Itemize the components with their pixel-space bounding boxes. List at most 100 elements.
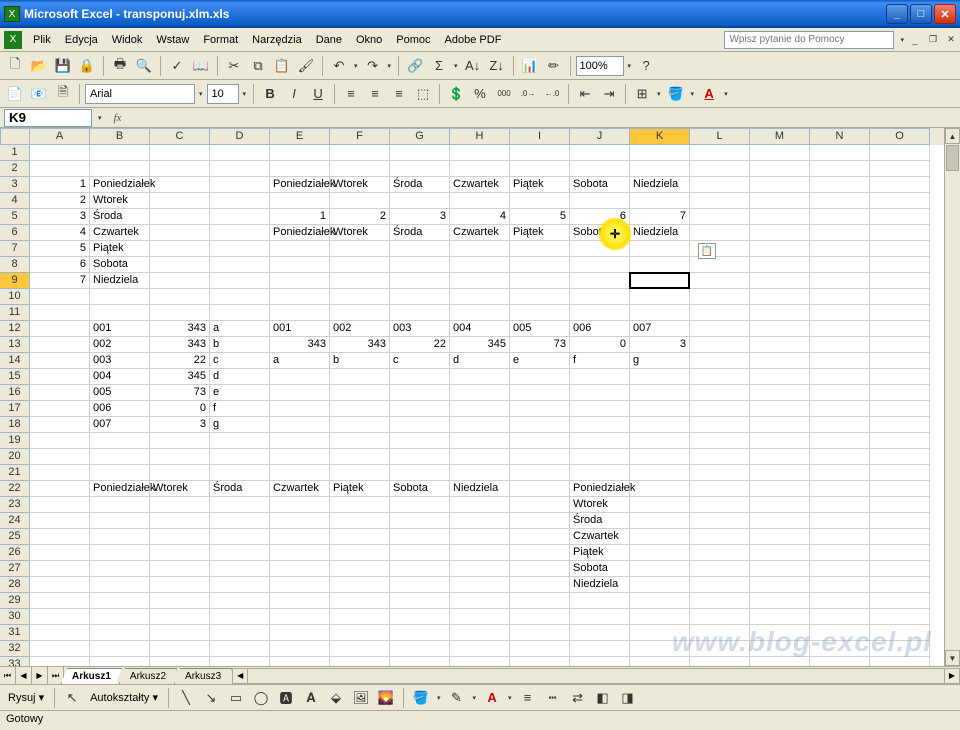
cell-L17[interactable] [690, 401, 750, 417]
cell-H6[interactable]: Czwartek [450, 225, 510, 241]
cell-K16[interactable] [630, 385, 690, 401]
cell-H3[interactable]: Czwartek [450, 177, 510, 193]
cell-K14[interactable]: g [630, 353, 690, 369]
col-header-B[interactable]: B [90, 128, 150, 145]
cell-H17[interactable] [450, 401, 510, 417]
cell-O25[interactable] [870, 529, 930, 545]
cell-K22[interactable] [630, 481, 690, 497]
cell-E4[interactable] [270, 193, 330, 209]
row-header-32[interactable]: 32 [0, 641, 30, 657]
undo-icon[interactable]: ↶ [328, 55, 350, 77]
row-header-2[interactable]: 2 [0, 161, 30, 177]
cell-N14[interactable] [810, 353, 870, 369]
cell-A25[interactable] [30, 529, 90, 545]
cell-C28[interactable] [150, 577, 210, 593]
cell-B19[interactable] [90, 433, 150, 449]
cell-O26[interactable] [870, 545, 930, 561]
cell-K3[interactable]: Niedziela [630, 177, 690, 193]
cell-K25[interactable] [630, 529, 690, 545]
cell-D20[interactable] [210, 449, 270, 465]
cell-F26[interactable] [330, 545, 390, 561]
cell-D14[interactable]: c [210, 353, 270, 369]
cell-K21[interactable] [630, 465, 690, 481]
cell-F27[interactable] [330, 561, 390, 577]
cell-N11[interactable] [810, 305, 870, 321]
cell-B10[interactable] [90, 289, 150, 305]
cell-K18[interactable] [630, 417, 690, 433]
cell-F5[interactable]: 2 [330, 209, 390, 225]
font-name-combo[interactable] [85, 84, 195, 104]
menu-edycja[interactable]: Edycja [58, 31, 105, 49]
cell-C1[interactable] [150, 145, 210, 161]
cell-E15[interactable] [270, 369, 330, 385]
cell-M18[interactable] [750, 417, 810, 433]
cell-I21[interactable] [510, 465, 570, 481]
cell-L19[interactable] [690, 433, 750, 449]
wordart-icon[interactable]: 𝐀 [300, 687, 322, 709]
cell-A31[interactable] [30, 625, 90, 641]
cell-G6[interactable]: Środa [390, 225, 450, 241]
row-header-1[interactable]: 1 [0, 145, 30, 161]
cell-O33[interactable] [870, 657, 930, 666]
cell-O9[interactable] [870, 273, 930, 289]
col-header-N[interactable]: N [810, 128, 870, 145]
cell-A21[interactable] [30, 465, 90, 481]
cell-N18[interactable] [810, 417, 870, 433]
cell-C11[interactable] [150, 305, 210, 321]
row-header-24[interactable]: 24 [0, 513, 30, 529]
cell-E2[interactable] [270, 161, 330, 177]
percent-icon[interactable]: % [469, 83, 491, 105]
sheet-tab-arkusz1[interactable]: Arkusz1 [61, 668, 122, 684]
row-header-28[interactable]: 28 [0, 577, 30, 593]
row-header-16[interactable]: 16 [0, 385, 30, 401]
line-color-icon[interactable]: ✎ [446, 687, 468, 709]
cell-C25[interactable] [150, 529, 210, 545]
menu-plik[interactable]: Plik [26, 31, 58, 49]
close-button[interactable]: ✕ [934, 4, 956, 24]
pdf-convert-icon[interactable]: 📄 [4, 83, 26, 105]
cell-I10[interactable] [510, 289, 570, 305]
row-header-4[interactable]: 4 [0, 193, 30, 209]
cell-C6[interactable] [150, 225, 210, 241]
menu-adobe pdf[interactable]: Adobe PDF [438, 31, 509, 49]
cell-M26[interactable] [750, 545, 810, 561]
cell-J1[interactable] [570, 145, 630, 161]
row-header-22[interactable]: 22 [0, 481, 30, 497]
cell-H15[interactable] [450, 369, 510, 385]
cell-O2[interactable] [870, 161, 930, 177]
cell-N22[interactable] [810, 481, 870, 497]
tab-first-icon[interactable]: ⏮ [0, 667, 16, 684]
cell-J12[interactable]: 006 [570, 321, 630, 337]
font-color-dropdown-icon[interactable]: ▾ [724, 90, 728, 98]
cell-F23[interactable] [330, 497, 390, 513]
cell-K7[interactable] [630, 241, 690, 257]
cell-I9[interactable] [510, 273, 570, 289]
cell-D30[interactable] [210, 609, 270, 625]
cell-O30[interactable] [870, 609, 930, 625]
cell-J4[interactable] [570, 193, 630, 209]
cell-C12[interactable]: 343 [150, 321, 210, 337]
cell-I7[interactable] [510, 241, 570, 257]
cell-G10[interactable] [390, 289, 450, 305]
row-header-21[interactable]: 21 [0, 465, 30, 481]
cell-B11[interactable] [90, 305, 150, 321]
horizontal-scrollbar[interactable]: ◀ ▶ [232, 667, 960, 684]
cell-M16[interactable] [750, 385, 810, 401]
cell-C7[interactable] [150, 241, 210, 257]
cell-B24[interactable] [90, 513, 150, 529]
cell-L21[interactable] [690, 465, 750, 481]
col-header-K[interactable]: K [630, 128, 690, 145]
cell-H29[interactable] [450, 593, 510, 609]
menu-wstaw[interactable]: Wstaw [149, 31, 196, 49]
row-header-23[interactable]: 23 [0, 497, 30, 513]
cell-J5[interactable]: 6 [570, 209, 630, 225]
font-size-combo[interactable] [207, 84, 239, 104]
cell-F21[interactable] [330, 465, 390, 481]
cell-N23[interactable] [810, 497, 870, 513]
cell-M22[interactable] [750, 481, 810, 497]
cell-N3[interactable] [810, 177, 870, 193]
cell-A12[interactable] [30, 321, 90, 337]
textbox-icon[interactable]: 🅰 [275, 687, 297, 709]
cell-L20[interactable] [690, 449, 750, 465]
cell-I18[interactable] [510, 417, 570, 433]
